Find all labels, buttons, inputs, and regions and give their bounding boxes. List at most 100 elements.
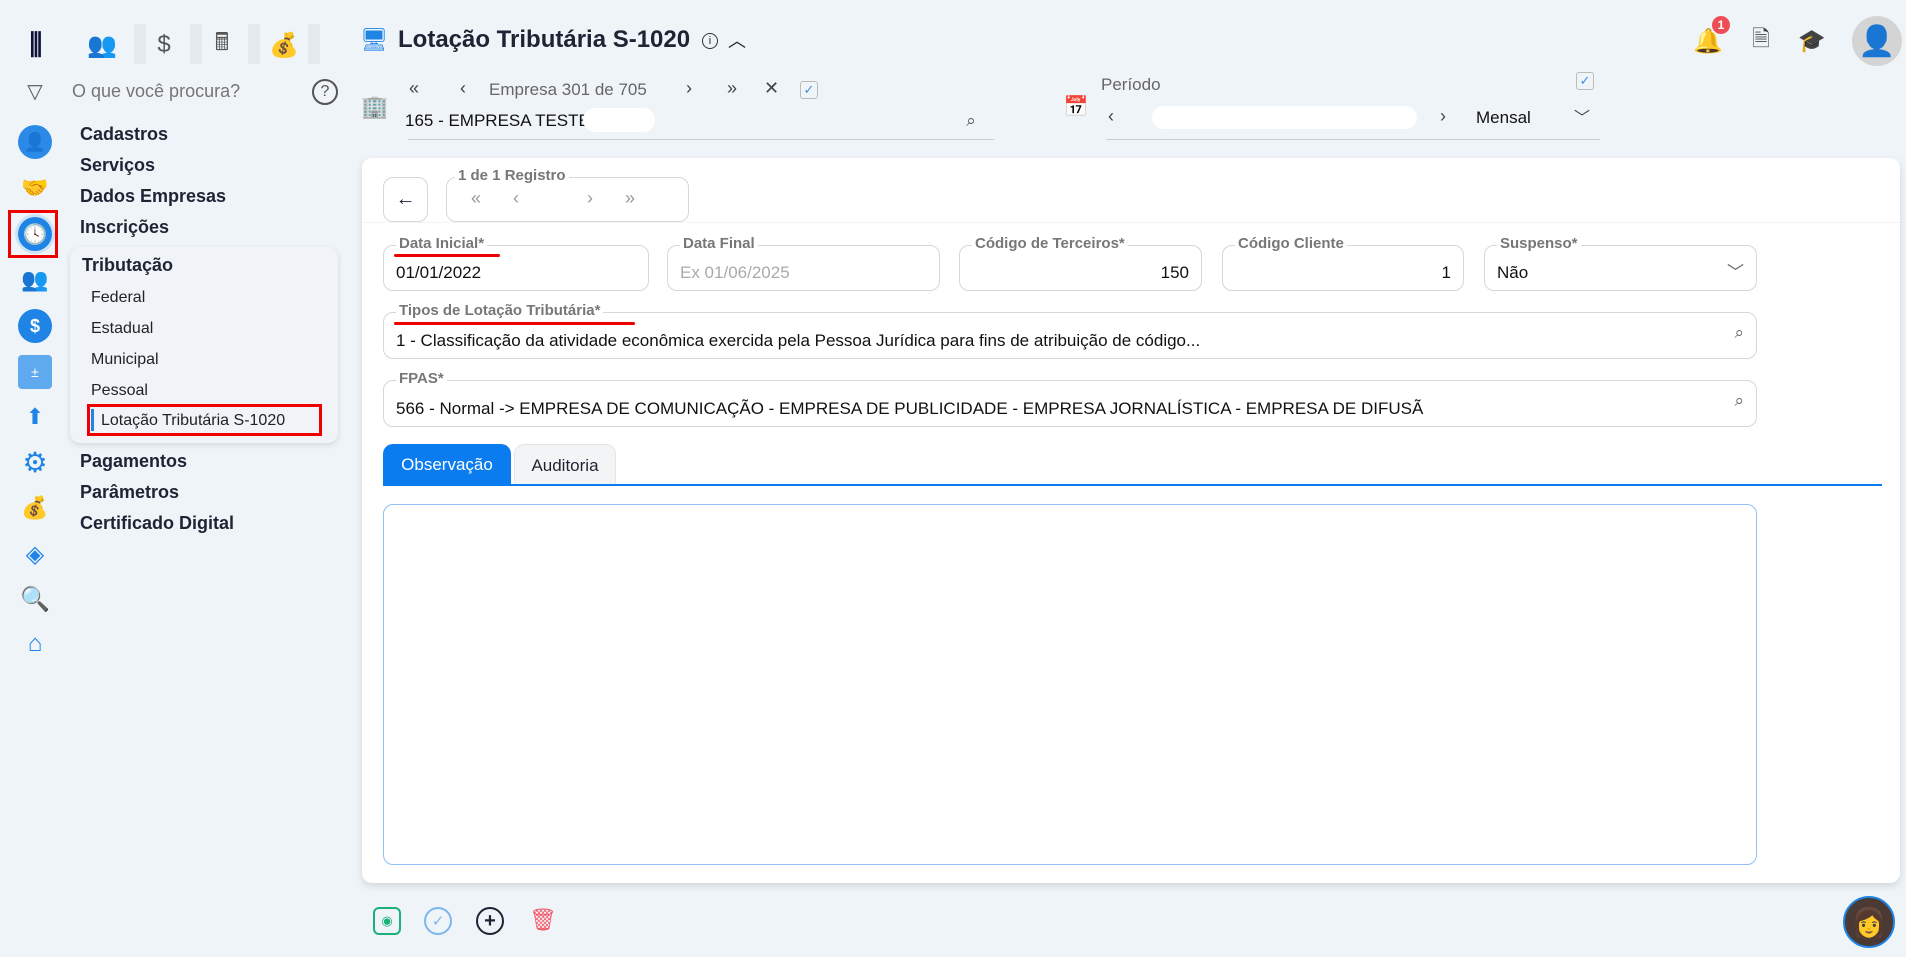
suspenso-select[interactable]: Suspenso* Não ﹀ bbox=[1484, 235, 1757, 291]
user-settings-icon[interactable]: 👤 bbox=[18, 125, 52, 159]
user-avatar[interactable]: 👤 bbox=[1852, 16, 1902, 66]
calculator-icon[interactable]: ± bbox=[18, 355, 52, 389]
close-icon[interactable]: ✕ bbox=[764, 78, 779, 99]
tipos-lotacao-label: Tipos de Lotação Tributária* bbox=[396, 302, 604, 319]
prev-period-button[interactable]: ‹ bbox=[1108, 106, 1114, 127]
submenu-municipal[interactable]: Municipal bbox=[91, 351, 159, 369]
codigo-cliente-value: 1 bbox=[1441, 263, 1451, 282]
last-record-button[interactable]: » bbox=[625, 188, 635, 209]
notification-badge: 1 bbox=[1712, 16, 1730, 34]
home-icon[interactable]: ⌂ bbox=[18, 627, 52, 661]
fpas-field[interactable]: FPAS* 566 - Normal -> EMPRESA DE COMUNIC… bbox=[383, 370, 1757, 427]
tab-underline bbox=[383, 484, 1882, 486]
observacao-textarea[interactable] bbox=[383, 504, 1757, 865]
record-count: 1 de 1 Registro bbox=[455, 167, 569, 184]
codigo-cliente-label: Código Cliente bbox=[1235, 235, 1347, 252]
search-icon[interactable]: ⌕ bbox=[1734, 323, 1744, 343]
search-icon[interactable]: ⌕ bbox=[1734, 391, 1744, 411]
menu-cadastros[interactable]: Cadastros bbox=[80, 124, 168, 145]
document-search-icon[interactable]: 🗎 bbox=[1748, 26, 1774, 56]
fpas-value: 566 - Normal -> EMPRESA DE COMUNICAÇÃO -… bbox=[396, 399, 1424, 418]
gear-icon[interactable]: ⚙ bbox=[18, 445, 52, 479]
menu-inscricoes[interactable]: Inscrições bbox=[80, 217, 169, 238]
calculator-icon[interactable]: 🖩 bbox=[204, 27, 240, 63]
dollar-circle-icon[interactable]: $ bbox=[18, 309, 52, 343]
menu-dados-empresas[interactable]: Dados Empresas bbox=[80, 186, 226, 207]
redacted bbox=[583, 108, 655, 132]
company-checkbox[interactable]: ✓ bbox=[800, 81, 818, 99]
next-period-button[interactable]: › bbox=[1440, 106, 1446, 127]
handshake-icon[interactable]: 🤝 bbox=[18, 171, 52, 205]
next-record-button[interactable]: › bbox=[587, 188, 593, 209]
tipos-lotacao-field[interactable]: Tipos de Lotação Tributária* 1 - Classif… bbox=[383, 302, 1757, 359]
suspenso-value: Não bbox=[1497, 263, 1529, 282]
calendar-icon: 📅 bbox=[1063, 95, 1089, 118]
layers-icon[interactable]: ◈ bbox=[18, 537, 52, 571]
clock-icon[interactable]: 🕓 bbox=[18, 217, 52, 251]
back-button[interactable]: ← bbox=[383, 177, 428, 222]
delete-button[interactable]: 🗑 bbox=[529, 905, 557, 935]
filter-icon[interactable]: ▽ bbox=[22, 78, 48, 104]
data-inicial-label: Data Inicial* bbox=[396, 235, 488, 252]
submenu-federal[interactable]: Federal bbox=[91, 289, 145, 307]
card-separator bbox=[362, 222, 1900, 223]
graduation-cap-icon[interactable]: 🎓 bbox=[1797, 26, 1827, 56]
data-inicial-field[interactable]: Data Inicial* 01/01/2022 bbox=[383, 235, 649, 291]
divider bbox=[248, 24, 260, 64]
redacted bbox=[1152, 106, 1417, 129]
submenu-estadual[interactable]: Estadual bbox=[91, 320, 153, 338]
dollar-icon[interactable]: $ bbox=[146, 27, 182, 63]
codigo-terceiros-field[interactable]: Código de Terceiros* 150 bbox=[959, 235, 1202, 291]
submenu-lotacao-tributaria[interactable]: Lotação Tributária S-1020 bbox=[101, 412, 285, 430]
active-indicator bbox=[91, 409, 94, 431]
divider bbox=[134, 24, 146, 64]
monitor-icon: 🖥 bbox=[360, 27, 388, 52]
fpas-label: FPAS* bbox=[396, 370, 447, 387]
assistant-avatar[interactable]: 👩 bbox=[1843, 896, 1895, 948]
company-counter: Empresa 301 de 705 bbox=[489, 80, 647, 99]
save-button[interactable]: ◉ bbox=[373, 907, 401, 935]
first-company-button[interactable]: « bbox=[409, 78, 419, 99]
periodo-checkbox[interactable]: ✓ bbox=[1576, 72, 1594, 90]
codigo-cliente-field[interactable]: Código Cliente 1 bbox=[1222, 235, 1464, 291]
add-button[interactable]: + bbox=[476, 907, 504, 935]
search-icon[interactable]: 🔍 bbox=[18, 582, 52, 616]
divider bbox=[308, 24, 320, 64]
data-final-field[interactable]: Data Final Ex 01/06/2025 bbox=[667, 235, 940, 291]
tab-auditoria[interactable]: Auditoria bbox=[514, 444, 616, 486]
menu-pagamentos[interactable]: Pagamentos bbox=[80, 451, 187, 472]
first-record-button[interactable]: « bbox=[471, 188, 481, 209]
info-icon[interactable]: i bbox=[702, 33, 718, 49]
next-company-button[interactable]: › bbox=[686, 78, 692, 99]
periodo-type-select[interactable]: Mensal bbox=[1476, 108, 1531, 128]
money-bag-icon[interactable]: 💰 bbox=[18, 491, 52, 525]
underline-annotation bbox=[394, 254, 500, 257]
menu-certificado-digital[interactable]: Certificado Digital bbox=[80, 513, 234, 534]
submenu-pessoal[interactable]: Pessoal bbox=[91, 382, 148, 400]
prev-record-button[interactable]: ‹ bbox=[513, 188, 519, 209]
menu-parametros[interactable]: Parâmetros bbox=[80, 482, 179, 503]
percent-arrow-icon[interactable]: ⬆ bbox=[18, 400, 52, 434]
people-icon[interactable]: 👥 bbox=[18, 263, 52, 297]
last-company-button[interactable]: » bbox=[727, 78, 737, 99]
chevron-down-icon[interactable]: ﹀ bbox=[1574, 104, 1590, 128]
record-navigator: 1 de 1 Registro « ‹ › » bbox=[446, 167, 689, 222]
building-icon: 🏢 bbox=[361, 94, 389, 119]
divider bbox=[190, 24, 202, 64]
help-icon[interactable]: ? bbox=[312, 79, 338, 105]
periodo-underline bbox=[1106, 139, 1600, 140]
sidebar-search-input[interactable] bbox=[72, 78, 292, 104]
menu-servicos[interactable]: Serviços bbox=[80, 155, 155, 176]
users-icon[interactable]: 👥 bbox=[84, 27, 120, 63]
company-name[interactable]: 165 - EMPRESA TESTE bbox=[405, 111, 590, 131]
data-inicial-value: 01/01/2022 bbox=[396, 263, 482, 282]
search-icon[interactable]: ⌕ bbox=[960, 110, 982, 132]
suspenso-label: Suspenso* bbox=[1497, 235, 1581, 252]
confirm-button[interactable]: ✓ bbox=[424, 907, 452, 935]
prev-company-button[interactable]: ‹ bbox=[460, 78, 466, 99]
chevron-up-icon[interactable]: ︿ bbox=[726, 28, 748, 52]
periodo-label: Período bbox=[1101, 75, 1161, 94]
tab-observacao[interactable]: Observação bbox=[383, 444, 511, 486]
submenu-title[interactable]: Tributação bbox=[82, 255, 173, 276]
money-bag-icon[interactable]: 💰 bbox=[266, 27, 302, 63]
